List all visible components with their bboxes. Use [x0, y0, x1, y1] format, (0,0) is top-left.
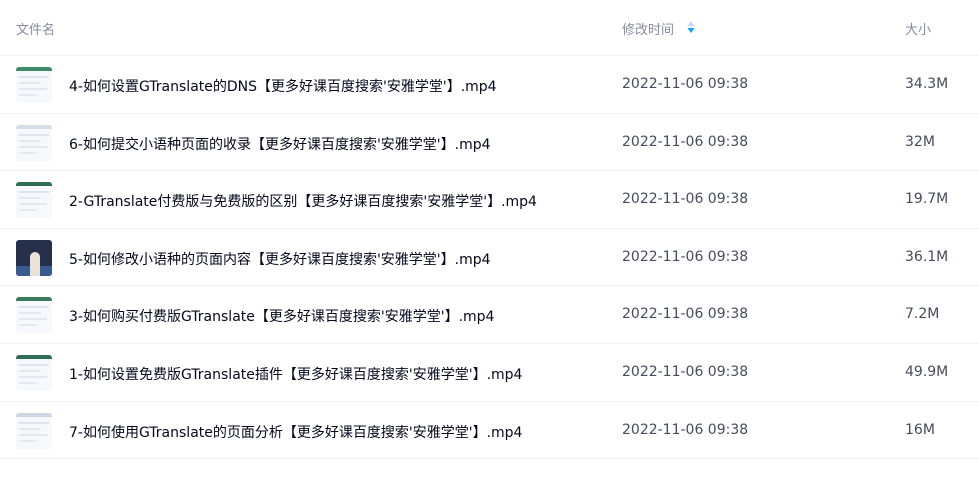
- column-header-modified-time[interactable]: 修改时间: [622, 19, 674, 38]
- file-size: 16M: [905, 421, 935, 438]
- sort-icon[interactable]: [687, 20, 695, 34]
- file-size: 32M: [905, 133, 935, 150]
- file-name[interactable]: 1-如何设置免费版GTranslate插件【更多好课百度搜索'安雅学堂'】.mp…: [69, 364, 522, 384]
- video-thumbnail: [16, 239, 52, 276]
- file-size: 34.3M: [905, 76, 949, 92]
- modified-time: 2022-11-06 09:38: [622, 133, 749, 150]
- video-thumbnail: [16, 297, 52, 334]
- file-name[interactable]: 6-如何提交小语种页面的收录【更多好课百度搜索'安雅学堂'】.mp4: [69, 134, 491, 154]
- modified-time: 2022-11-06 09:38: [622, 191, 749, 208]
- video-thumbnail: [16, 412, 52, 449]
- file-size: 19.7M: [905, 191, 949, 208]
- table-row[interactable]: 7-如何使用GTranslate的页面分析【更多好课百度搜索'安雅学堂'】.mp…: [0, 402, 979, 460]
- table-row[interactable]: 4-如何设置GTranslate的DNS【更多好课百度搜索'安雅学堂'】.mp4…: [0, 56, 979, 114]
- file-name[interactable]: 3-如何购买付费版GTranslate【更多好课百度搜索'安雅学堂'】.mp4: [69, 306, 494, 326]
- video-thumbnail: [16, 182, 52, 219]
- file-size: 36.1M: [905, 248, 949, 265]
- file-size: 49.9M: [905, 363, 949, 380]
- file-list-table: 文件名 修改时间 大小 4-如何设置GTranslate的DNS【更多好课百度搜…: [0, 0, 979, 460]
- modified-time: 2022-11-06 09:38: [622, 306, 749, 323]
- table-row[interactable]: 5-如何修改小语种的页面内容【更多好课百度搜索'安雅学堂'】.mp4 2022-1…: [0, 229, 979, 287]
- modified-time: 2022-11-06 09:38: [622, 248, 749, 265]
- file-size: 7.2M: [905, 306, 940, 323]
- modified-time: 2022-11-06 09:38: [622, 421, 749, 438]
- file-name[interactable]: 7-如何使用GTranslate的页面分析【更多好课百度搜索'安雅学堂'】.mp…: [69, 422, 522, 442]
- modified-time: 2022-11-06 09:38: [622, 363, 749, 380]
- column-header-size[interactable]: 大小: [905, 19, 931, 38]
- table-row[interactable]: 1-如何设置免费版GTranslate插件【更多好课百度搜索'安雅学堂'】.mp…: [0, 344, 979, 402]
- table-row[interactable]: 2-GTranslate付费版与免费版的区别【更多好课百度搜索'安雅学堂'】.m…: [0, 171, 979, 229]
- table-header: 文件名 修改时间 大小: [0, 0, 979, 56]
- video-thumbnail: [16, 124, 52, 161]
- video-thumbnail: [16, 354, 52, 391]
- table-row[interactable]: 6-如何提交小语种页面的收录【更多好课百度搜索'安雅学堂'】.mp4 2022-1…: [0, 114, 979, 172]
- column-header-name[interactable]: 文件名: [16, 19, 55, 38]
- video-thumbnail: [16, 67, 52, 103]
- modified-time: 2022-11-06 09:38: [622, 76, 749, 92]
- table-row[interactable]: 3-如何购买付费版GTranslate【更多好课百度搜索'安雅学堂'】.mp4 2…: [0, 286, 979, 344]
- file-name[interactable]: 4-如何设置GTranslate的DNS【更多好课百度搜索'安雅学堂'】.mp4: [69, 76, 497, 96]
- file-rows: 4-如何设置GTranslate的DNS【更多好课百度搜索'安雅学堂'】.mp4…: [0, 56, 979, 460]
- file-name[interactable]: 5-如何修改小语种的页面内容【更多好课百度搜索'安雅学堂'】.mp4: [69, 249, 491, 269]
- file-name[interactable]: 2-GTranslate付费版与免费版的区别【更多好课百度搜索'安雅学堂'】.m…: [69, 191, 537, 211]
